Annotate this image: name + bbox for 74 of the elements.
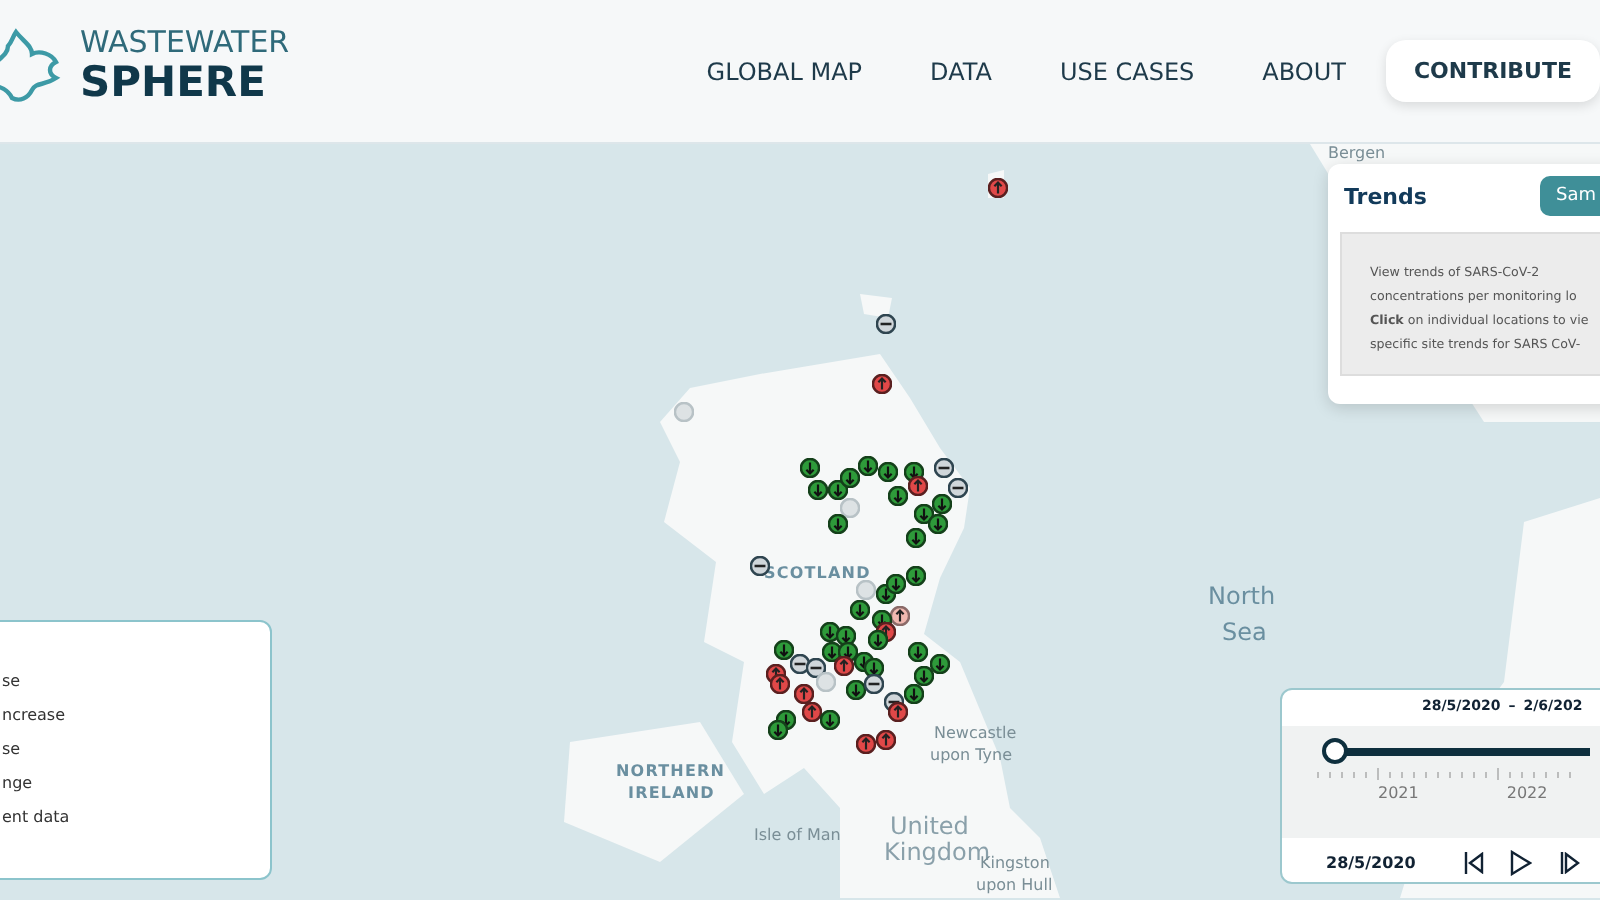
year-label: 2022	[1506, 784, 1548, 802]
nav-link[interactable]: ABOUT	[1234, 39, 1374, 103]
site-marker[interactable]	[886, 574, 906, 594]
site-marker[interactable]	[856, 734, 876, 754]
site-marker[interactable]	[914, 666, 934, 686]
site-marker[interactable]	[864, 674, 884, 694]
site-marker[interactable]	[774, 640, 794, 660]
timeline-handle[interactable]	[1322, 738, 1348, 764]
logo-wordmark-bold: SPHERE	[80, 61, 268, 103]
site-marker[interactable]	[834, 656, 854, 676]
site-marker[interactable]	[768, 720, 788, 740]
map-label: IRELAND	[628, 786, 715, 802]
site-marker[interactable]	[888, 486, 908, 506]
logo-wordmark: WASTEWATER	[80, 27, 290, 57]
site-marker[interactable]	[906, 528, 926, 548]
site-marker[interactable]	[820, 710, 840, 730]
site-marker[interactable]	[840, 498, 860, 518]
step-back-icon	[1463, 851, 1484, 873]
site-marker[interactable]	[928, 514, 948, 534]
map-label: United	[890, 814, 969, 838]
panel-title: Trends	[1344, 183, 1427, 209]
legend-label: ncrease	[2, 706, 67, 726]
site-marker[interactable]	[856, 580, 876, 600]
site-marker[interactable]	[872, 374, 892, 394]
site-marker[interactable]	[806, 658, 826, 678]
site-marker[interactable]	[878, 462, 898, 482]
site-marker[interactable]	[906, 566, 926, 586]
site-marker[interactable]	[850, 600, 870, 620]
map-label: North	[1208, 584, 1276, 608]
map-label: Bergen	[1328, 146, 1386, 162]
site-marker[interactable]	[930, 654, 950, 674]
year-label: 2021	[1378, 784, 1419, 802]
nav-link[interactable]: DATA	[902, 39, 1020, 103]
site-marker[interactable]	[674, 402, 694, 422]
site-marker[interactable]	[770, 674, 790, 694]
site-marker[interactable]	[800, 458, 820, 478]
site-marker[interactable]	[816, 672, 836, 692]
map-label: Sea	[1222, 620, 1267, 644]
site-marker[interactable]	[794, 684, 814, 704]
nav-link[interactable]: USE CASES	[1031, 39, 1223, 103]
site-marker[interactable]	[858, 456, 878, 476]
site-marker[interactable]	[802, 702, 822, 722]
map-label: upon Hull	[976, 878, 1053, 894]
map-label: SCOTLAND	[764, 566, 871, 582]
legend-label: nge	[2, 774, 35, 794]
site-marker[interactable]	[932, 494, 952, 514]
play-icon	[1510, 849, 1533, 875]
legend-label: se	[2, 672, 23, 692]
site-marker[interactable]	[808, 480, 828, 500]
site-marker[interactable]	[876, 730, 896, 750]
site-marker[interactable]	[988, 178, 1008, 198]
site-marker[interactable]	[904, 684, 924, 704]
site-marker[interactable]	[908, 642, 928, 662]
site-marker[interactable]	[934, 458, 954, 478]
current-date: 28/5/2020	[1326, 853, 1416, 871]
legend-label: ent data	[2, 808, 72, 828]
site-marker[interactable]	[890, 606, 910, 626]
nav-link[interactable]: CONTRIBUTE	[1385, 40, 1600, 102]
nav-link[interactable]: GLOBAL MAP	[678, 39, 891, 103]
site-marker[interactable]	[846, 680, 866, 700]
site-marker[interactable]	[908, 476, 928, 496]
legend-label: se	[2, 740, 23, 760]
site-marker[interactable]	[948, 478, 968, 498]
site-marker[interactable]	[888, 702, 908, 722]
map-label: upon Tyne	[930, 748, 1013, 764]
map-label: NORTHERN	[616, 764, 726, 780]
site-marker[interactable]	[828, 514, 848, 534]
site-marker[interactable]	[868, 630, 888, 650]
sample-button[interactable]: Sam	[1540, 176, 1600, 216]
map-label: Newcastle	[934, 726, 1017, 742]
site-marker[interactable]	[840, 468, 860, 488]
site-marker[interactable]	[876, 314, 896, 334]
map-label: Isle of Man	[754, 828, 841, 844]
step-forward-icon	[1559, 851, 1580, 873]
